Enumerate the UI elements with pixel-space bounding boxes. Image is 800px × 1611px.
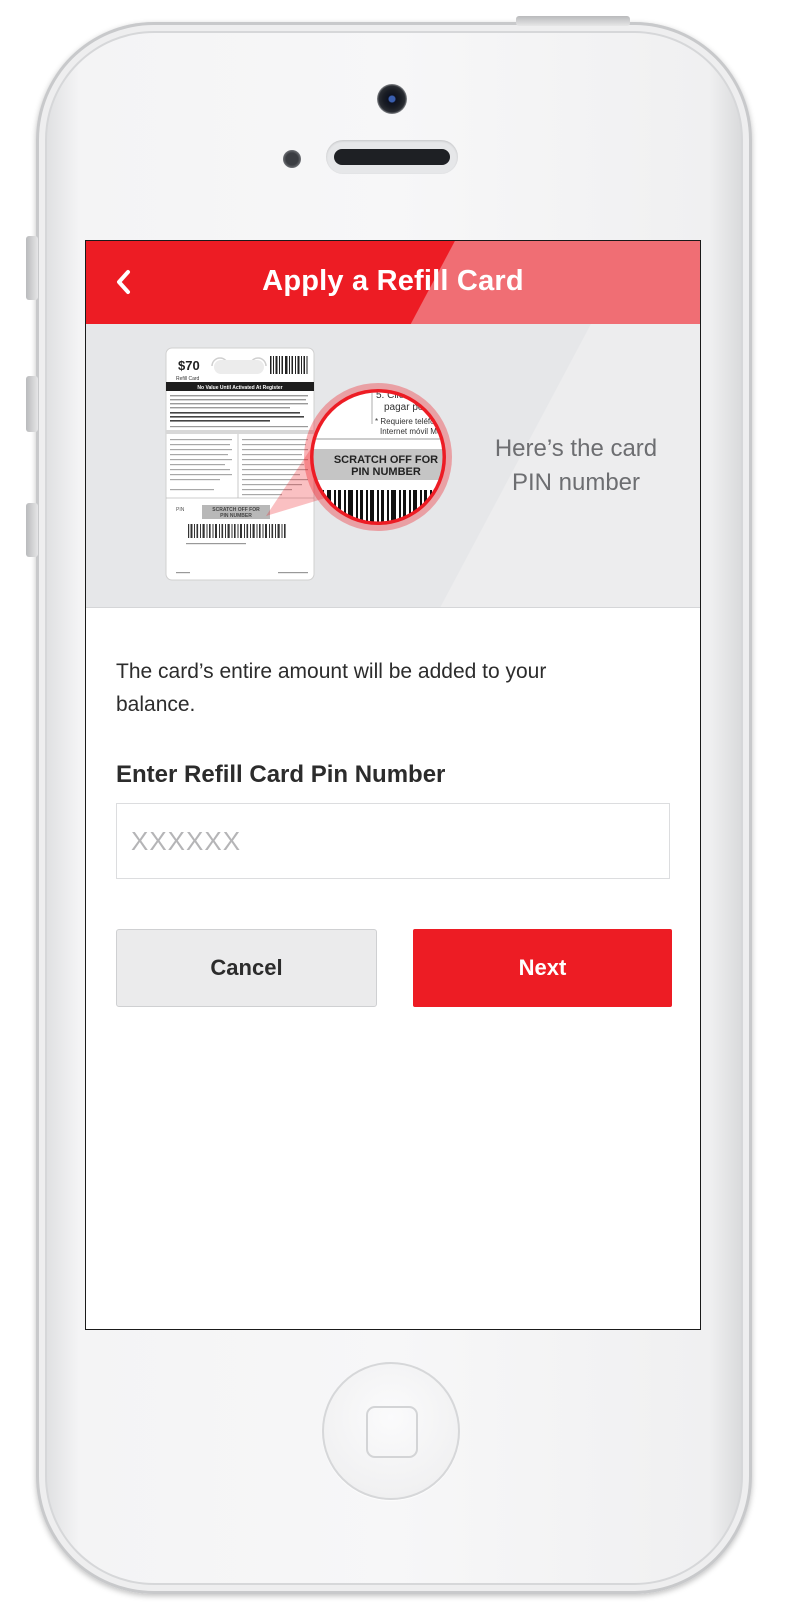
- card-amount-label: Refill Card: [176, 376, 200, 382]
- magnified-text-4: Internet móvil Mobile W: [380, 427, 462, 436]
- proximity-sensor: [283, 150, 301, 168]
- card-banner: $70 Refill Card No Value Until Activated…: [86, 324, 700, 608]
- mute-switch: [26, 236, 38, 300]
- volume-up-button: [26, 376, 38, 432]
- magnified-text-3: * Requiere teléfono capaz: [375, 417, 462, 426]
- pin-input[interactable]: [116, 803, 670, 879]
- refill-card-image: $70 Refill Card No Value Until Activated…: [165, 347, 462, 581]
- card-amount: $70: [178, 358, 200, 373]
- home-button[interactable]: [322, 1362, 460, 1500]
- power-button: [516, 16, 630, 26]
- pin-field-label: Enter Refill Card Pin Number: [116, 761, 446, 788]
- page-title: Apply a Refill Card: [262, 265, 524, 297]
- card-scratch-label-2: PIN NUMBER: [220, 513, 252, 519]
- card-caption: Here’s the card PIN number: [494, 435, 658, 496]
- app-header: Apply a Refill Card: [86, 241, 700, 324]
- balance-description: The card’s entire amount will be added t…: [116, 660, 547, 716]
- front-camera: [377, 84, 407, 114]
- cancel-button[interactable]: Cancel: [116, 929, 377, 1007]
- volume-down-button: [26, 503, 38, 557]
- card-warning-band: No Value Until Activated At Register: [197, 385, 282, 391]
- magnified-scratch-label-1: SCRATCH OFF FOR: [334, 454, 438, 466]
- next-button[interactable]: Next: [413, 929, 672, 1007]
- card-pin-label: PIN: [176, 507, 185, 513]
- app-screen: Apply a Refill Card $70 Refill Card No V…: [85, 240, 701, 1330]
- magnified-scratch-label-2: PIN NUMBER: [351, 466, 421, 478]
- earpiece-speaker: [326, 140, 458, 174]
